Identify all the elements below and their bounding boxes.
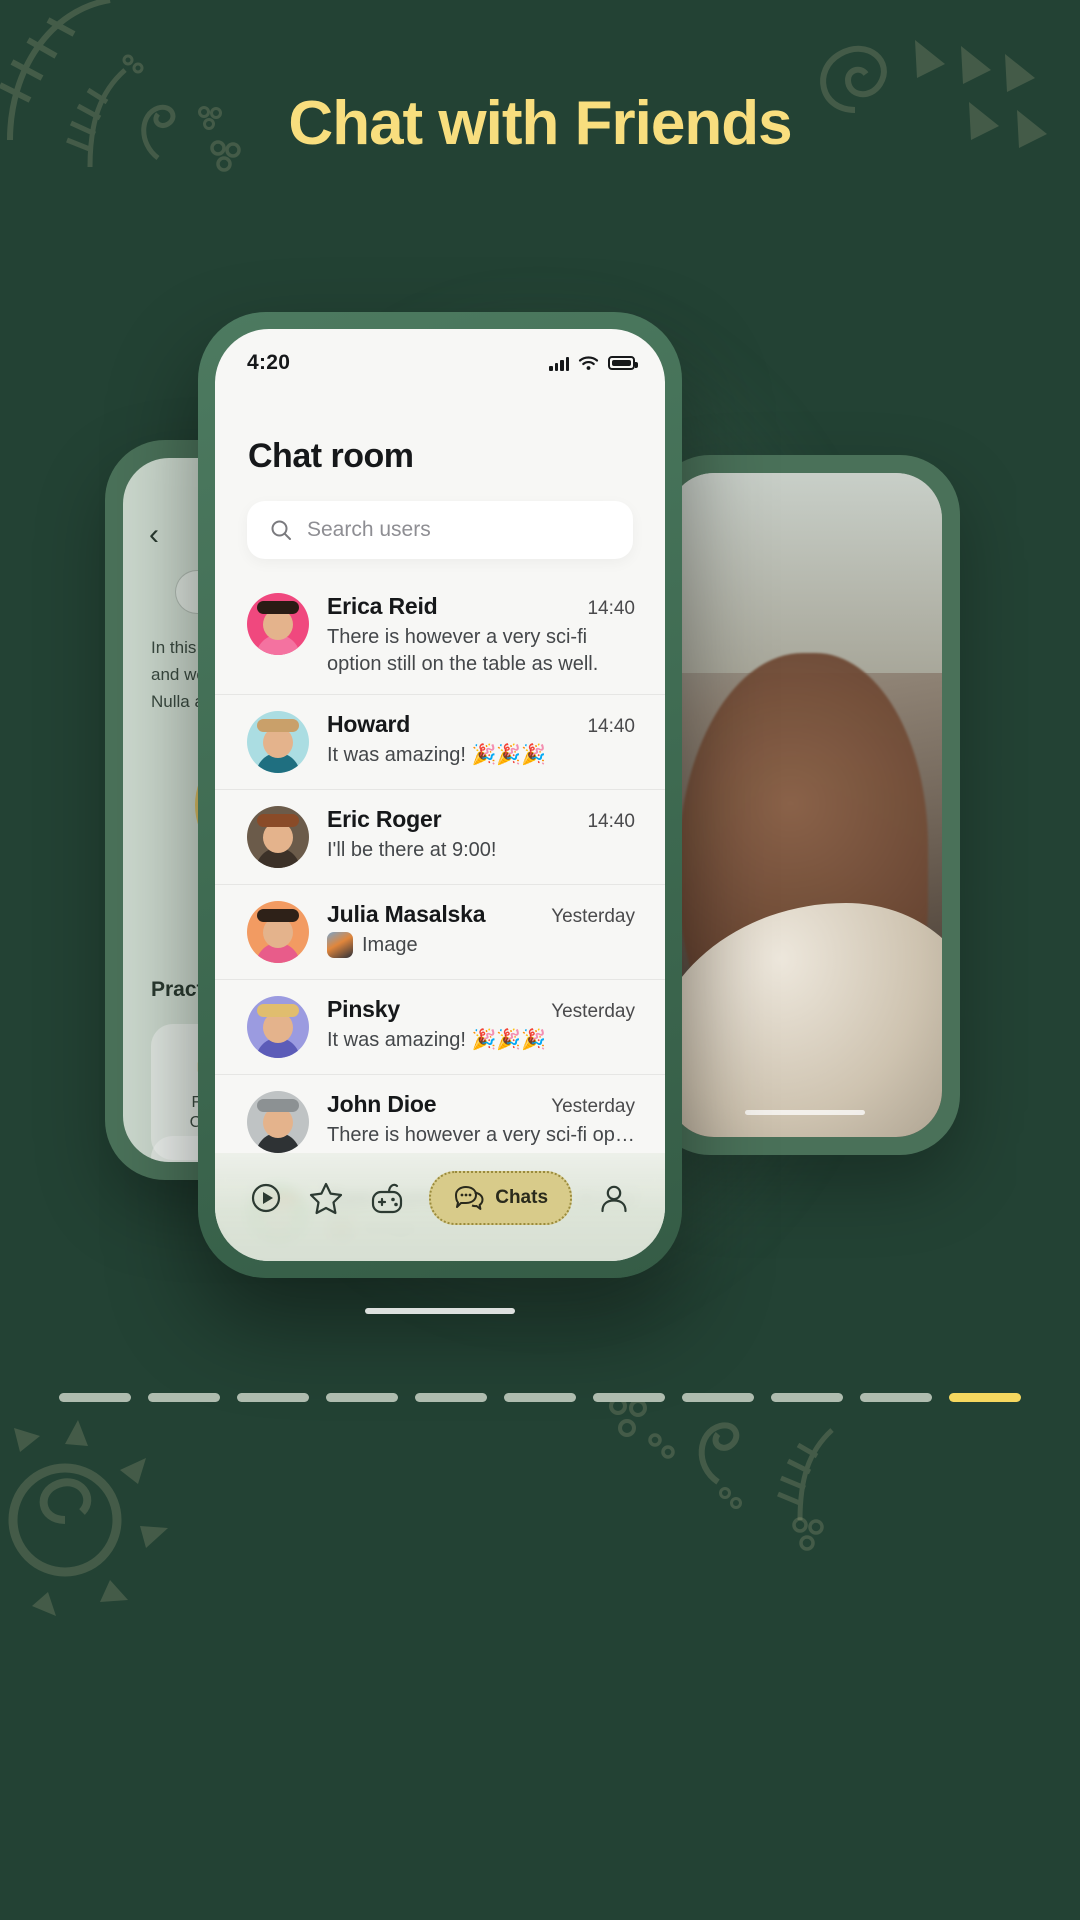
chat-list-item[interactable]: Eric Roger 14:40 I'll be there at 9:00! bbox=[215, 790, 665, 885]
search-input[interactable]: Search users bbox=[247, 501, 633, 559]
play-circle-icon bbox=[249, 1181, 283, 1215]
pagination-dot[interactable] bbox=[415, 1393, 487, 1402]
search-placeholder: Search users bbox=[307, 518, 431, 541]
pagination-dots[interactable] bbox=[0, 1393, 1080, 1402]
chat-item-name: Howard bbox=[327, 710, 411, 737]
chat-item-name: John Dioe bbox=[327, 1090, 437, 1117]
avatar bbox=[247, 1090, 309, 1153]
home-indicator bbox=[365, 1308, 515, 1314]
chat-item-preview-text: Image bbox=[362, 933, 418, 956]
chat-item-timestamp: Yesterday bbox=[551, 1000, 635, 1022]
chat-list-item[interactable]: Howard 14:40 It was amazing! 🎉🎉🎉 bbox=[215, 695, 665, 790]
chat-item-timestamp: Yesterday bbox=[551, 1095, 635, 1117]
status-bar-time: 4:20 bbox=[247, 351, 291, 374]
chat-room-title: Chat room bbox=[248, 437, 414, 475]
avatar bbox=[247, 710, 309, 773]
avatar bbox=[247, 805, 309, 868]
chat-list-item[interactable]: Pinsky Yesterday It was amazing! 🎉🎉🎉 bbox=[215, 980, 665, 1075]
pagination-dot[interactable] bbox=[860, 1393, 932, 1402]
signal-icon bbox=[549, 356, 569, 371]
pagination-dot[interactable] bbox=[326, 1393, 398, 1402]
right-phone-home-indicator bbox=[745, 1110, 865, 1115]
pagination-dot[interactable] bbox=[59, 1393, 131, 1402]
chat-list-item[interactable]: Julia Masalska Yesterday Image bbox=[215, 885, 665, 980]
chat-item-header: Howard 14:40 bbox=[327, 711, 635, 738]
chat-item-name: Erica Reid bbox=[327, 593, 438, 619]
right-phone-photo-sky bbox=[668, 473, 942, 673]
tab-play-circle[interactable] bbox=[249, 1181, 283, 1215]
pagination-dot[interactable] bbox=[593, 1393, 665, 1402]
chevron-left-icon[interactable]: ‹ bbox=[149, 520, 159, 550]
game-controller-icon bbox=[369, 1181, 405, 1215]
pagination-dot[interactable] bbox=[949, 1393, 1021, 1402]
chat-item-content: Howard 14:40 It was amazing! 🎉🎉🎉 bbox=[327, 711, 635, 769]
chat-item-header: Eric Roger 14:40 bbox=[327, 806, 635, 833]
main-phone: 4:20 Chat room Search users Erica Reid 1… bbox=[198, 312, 682, 1314]
chat-item-preview: It was amazing! 🎉🎉🎉 bbox=[327, 1028, 547, 1051]
main-phone-screen: 4:20 Chat room Search users Erica Reid 1… bbox=[215, 329, 665, 1261]
chat-item-header: Erica Reid 14:40 bbox=[327, 593, 635, 620]
chat-item-preview: There is however a very sci-fi option st… bbox=[327, 626, 599, 675]
chat-item-content: John Dioe Yesterday There is however a ver… bbox=[327, 1091, 635, 1149]
chat-item-content: Pinsky Yesterday It was amazing! 🎉🎉🎉 bbox=[327, 996, 635, 1054]
phone-mockup-stage: 4:20 ‹ Clas In this leveand wordNulla al… bbox=[0, 0, 1080, 1920]
chat-item-content: Julia Masalska Yesterday Image bbox=[327, 901, 635, 959]
avatar bbox=[247, 900, 309, 963]
chat-item-content: Eric Roger 14:40 I'll be there at 9:00! bbox=[327, 806, 635, 864]
tab-star[interactable] bbox=[308, 1180, 344, 1216]
chat-item-preview: There is however a very sci-fi opt... bbox=[327, 1123, 635, 1146]
avatar bbox=[247, 995, 309, 1058]
tab-person[interactable] bbox=[597, 1181, 631, 1215]
battery-icon bbox=[608, 356, 638, 370]
tab-label: Chats bbox=[495, 1187, 549, 1208]
image-thumbnail-icon bbox=[327, 931, 353, 958]
chat-item-content: Erica Reid 14:40 There is however a very s… bbox=[327, 593, 635, 678]
pagination-dot[interactable] bbox=[237, 1393, 309, 1402]
chat-item-header: John Dioe Yesterday bbox=[327, 1091, 635, 1118]
person-icon bbox=[597, 1181, 631, 1215]
chat-item-header: Pinsky Yesterday bbox=[327, 996, 635, 1023]
pagination-dot[interactable] bbox=[771, 1393, 843, 1402]
background-phone-right[interactable] bbox=[650, 455, 960, 1155]
chat-item-name: Julia Masalska bbox=[327, 900, 486, 927]
chat-item-timestamp: Yesterday bbox=[551, 905, 635, 927]
chat-item-name: Eric Roger bbox=[327, 805, 442, 832]
chat-list-item[interactable]: Erica Reid 14:40 There is however a very s… bbox=[215, 577, 665, 695]
tab-game-controller[interactable] bbox=[369, 1181, 405, 1215]
chat-item-timestamp: 14:40 bbox=[587, 598, 635, 619]
chat-item-preview: It was amazing! 🎉🎉🎉 bbox=[327, 743, 547, 766]
right-phone-screen bbox=[668, 473, 942, 1137]
bottom-tab-bar[interactable]: Chats bbox=[215, 1153, 665, 1261]
search-icon bbox=[271, 520, 291, 540]
status-bar: 4:20 bbox=[215, 329, 665, 387]
pagination-dot[interactable] bbox=[682, 1393, 754, 1402]
wifi-icon bbox=[578, 356, 599, 370]
chat-item-preview: I'll be there at 9:00! bbox=[327, 838, 497, 861]
chat-item-header: Julia Masalska Yesterday bbox=[327, 901, 635, 928]
chat-item-preview: Image bbox=[327, 931, 635, 959]
chat-item-timestamp: 14:40 bbox=[587, 715, 635, 737]
pagination-dot[interactable] bbox=[148, 1393, 220, 1402]
pagination-dot[interactable] bbox=[504, 1393, 576, 1402]
star-icon bbox=[308, 1180, 344, 1216]
chat-item-timestamp: 14:40 bbox=[587, 810, 635, 832]
avatar bbox=[247, 593, 309, 655]
chat-item-name: Pinsky bbox=[327, 995, 400, 1022]
tab-chat-bubbles[interactable]: Chats bbox=[429, 1171, 573, 1225]
